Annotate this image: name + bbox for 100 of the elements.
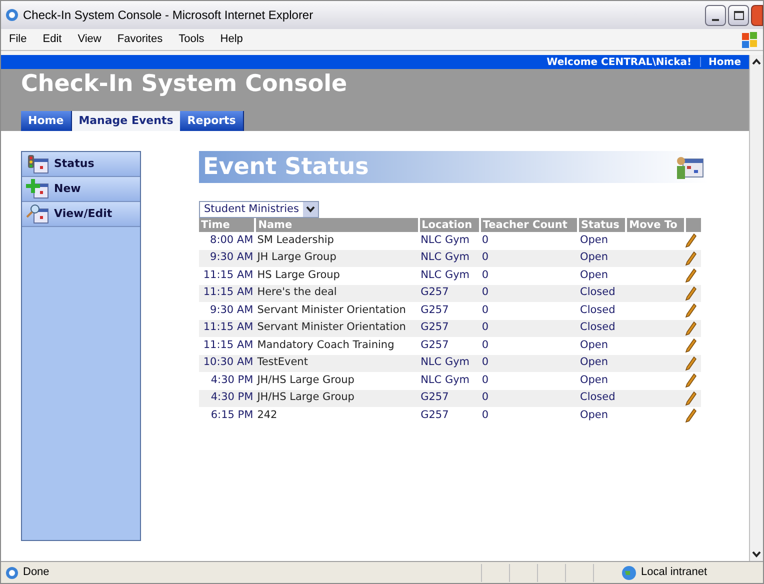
table-cell: Open: [578, 267, 626, 284]
table-cell: NLC Gym: [418, 250, 480, 267]
table-cell: 0: [480, 302, 578, 320]
table-cell: 11:15 AM: [199, 267, 256, 284]
table-cell: Closed: [578, 390, 626, 407]
status-text: Done: [23, 565, 50, 580]
table-cell: 10:30 AM: [199, 354, 256, 372]
pencil-icon[interactable]: [685, 268, 697, 284]
table-cell: NLC Gym: [418, 354, 480, 372]
table-cell: Open: [578, 232, 626, 250]
table-cell: 4:30 PM: [199, 372, 256, 390]
table-cell: 11:15 AM: [199, 337, 256, 354]
window-title: Check-In System Console - Microsoft Internet Explorer: [23, 7, 314, 24]
table-cell: JH/HS Large Group: [255, 390, 419, 407]
globe-icon: [621, 564, 637, 580]
table-cell: 0: [480, 284, 578, 302]
pencil-icon[interactable]: [685, 373, 697, 388]
column-header: Teacher Count: [480, 218, 578, 232]
table-cell: HS Large Group: [255, 267, 419, 284]
sidebar-item[interactable]: New: [22, 177, 140, 202]
minimize-button[interactable]: [705, 4, 726, 26]
table-cell: Open: [578, 407, 626, 424]
pencil-icon[interactable]: [685, 390, 697, 406]
nav-tab[interactable]: Manage Events: [72, 111, 180, 131]
menu-item[interactable]: Tools: [178, 31, 204, 48]
pencil-icon[interactable]: [685, 356, 697, 371]
menu-item[interactable]: Edit: [42, 31, 62, 48]
table-cell: G257: [418, 320, 480, 337]
nav-tab[interactable]: Reports: [180, 111, 244, 131]
page-icon: [5, 566, 19, 580]
pencil-icon[interactable]: [685, 303, 697, 318]
column-header: Location: [418, 218, 480, 232]
table-cell: 6:15 PM: [199, 407, 256, 424]
page-heading: Event Status: [202, 152, 369, 182]
table-cell: 0: [480, 372, 578, 390]
table-cell: Open: [578, 337, 626, 354]
table-cell: Closed: [578, 284, 626, 302]
maximize-button[interactable]: [728, 4, 749, 26]
pencil-icon[interactable]: [685, 408, 697, 424]
sidebar-item[interactable]: View/Edit: [22, 202, 140, 227]
table-cell: G257: [418, 337, 480, 354]
table-cell: 4:30 PM: [199, 390, 256, 407]
plus-calendar-icon: [26, 178, 50, 200]
table-cell: NLC Gym: [418, 232, 480, 250]
table-cell: G257: [418, 302, 480, 320]
table-cell: SM Leadership: [255, 232, 419, 250]
column-header: Name: [255, 218, 419, 232]
table-cell: 9:30 AM: [199, 250, 256, 267]
close-button[interactable]: [751, 4, 763, 26]
table-cell: G257: [418, 407, 480, 424]
table-cell: NLC Gym: [418, 267, 480, 284]
table-cell: Mandatory Coach Training: [255, 337, 419, 354]
table-cell: 9:30 AM: [199, 302, 256, 320]
pencil-icon[interactable]: [685, 233, 697, 248]
table-cell: 0: [480, 250, 578, 267]
table-cell: JH Large Group: [255, 250, 419, 267]
pencil-icon[interactable]: [685, 250, 697, 266]
table-cell: NLC Gym: [418, 372, 480, 390]
menu-item[interactable]: View: [78, 31, 102, 48]
table-cell: 0: [480, 267, 578, 284]
table-cell: Servant Minister Orientation: [255, 320, 419, 337]
magnifier-calendar-icon: [26, 203, 50, 225]
table-cell: 11:15 AM: [199, 320, 256, 337]
table-cell: Servant Minister Orientation: [255, 302, 419, 320]
table-cell: Open: [578, 354, 626, 372]
sidebar-item[interactable]: Status: [22, 152, 140, 177]
pencil-icon[interactable]: [685, 320, 697, 336]
menu-item[interactable]: File: [9, 31, 27, 48]
menu-item[interactable]: Help: [220, 31, 243, 48]
event-group-dropdown[interactable]: Student Ministries: [199, 201, 319, 218]
zone-text: Local intranet: [641, 565, 708, 580]
table-cell: Closed: [578, 320, 626, 337]
table-cell: 0: [480, 390, 578, 407]
table-cell: 0: [480, 337, 578, 354]
menu-item[interactable]: Favorites: [117, 31, 163, 48]
table-cell: 0: [480, 354, 578, 372]
table-cell: JH/HS Large Group: [255, 372, 419, 390]
pencil-icon[interactable]: [685, 286, 697, 301]
table-cell: 0: [480, 320, 578, 337]
column-header: Time: [199, 218, 256, 232]
site-title: Check-In System Console: [21, 73, 348, 96]
table-cell: 0: [480, 407, 578, 424]
table-cell: Open: [578, 372, 626, 390]
pencil-icon[interactable]: [685, 338, 697, 354]
table-cell: 8:00 AM: [199, 232, 256, 250]
home-link[interactable]: Home: [708, 54, 741, 70]
table-cell: 11:15 AM: [199, 284, 256, 302]
table-cell: Here's the deal: [255, 284, 419, 302]
browser-icon: [5, 8, 19, 22]
table-cell: Closed: [578, 302, 626, 320]
nav-tab[interactable]: Home: [21, 111, 72, 131]
table-cell: G257: [418, 284, 480, 302]
column-header: Status: [578, 218, 626, 232]
table-cell: 242: [255, 407, 419, 424]
table-cell: Open: [578, 250, 626, 267]
table-cell: TestEvent: [255, 354, 419, 372]
welcome-text: Welcome CENTRAL\Nicka!: [546, 56, 692, 70]
table-cell: G257: [418, 390, 480, 407]
windows-logo-icon: [741, 30, 759, 48]
column-header: Move To: [626, 218, 685, 232]
